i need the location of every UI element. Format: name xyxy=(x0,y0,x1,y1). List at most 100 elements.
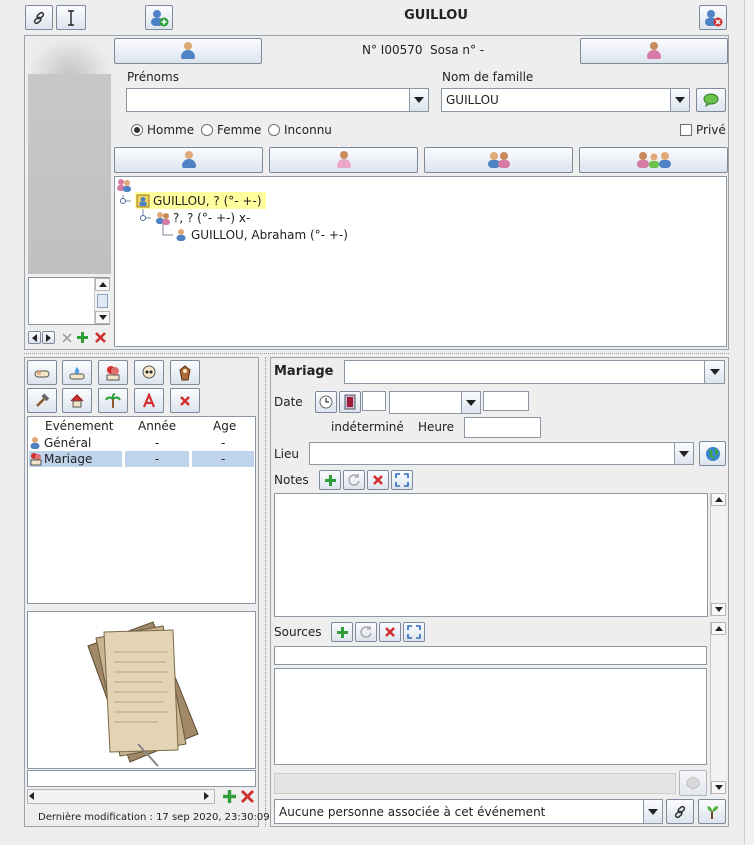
calendar-button[interactable] xyxy=(339,391,361,413)
tree-family-node[interactable]: ?, ? (°- +-) x- xyxy=(155,209,250,226)
event-media-preview[interactable] xyxy=(27,611,256,769)
media-add-icon[interactable] xyxy=(222,789,237,804)
vertical-splitter[interactable] xyxy=(265,357,266,827)
add-person-button[interactable] xyxy=(145,5,173,30)
sources-expand-button[interactable] xyxy=(403,622,425,642)
add-spouse-female-button[interactable] xyxy=(269,147,418,173)
text-cursor-button[interactable] xyxy=(56,5,86,30)
add-children-button[interactable] xyxy=(579,147,728,173)
source-title-input[interactable] xyxy=(274,646,707,665)
globe-icon xyxy=(705,446,720,461)
notes-refresh-button[interactable] xyxy=(343,470,365,490)
prenoms-dropdown[interactable] xyxy=(409,88,429,112)
associate-tree-button[interactable] xyxy=(698,799,726,824)
photo-next-button[interactable] xyxy=(42,331,55,344)
link-tool-button[interactable] xyxy=(25,5,53,30)
add-spouse-male-button[interactable] xyxy=(114,147,263,173)
wedding-icon xyxy=(106,365,120,380)
event-occupation-button[interactable] xyxy=(27,388,57,413)
event-burial-button[interactable] xyxy=(170,360,200,385)
source-textarea[interactable] xyxy=(274,668,707,765)
date-year-input[interactable] xyxy=(483,391,529,411)
horizontal-splitter[interactable] xyxy=(24,353,729,354)
table-row-selected[interactable]: Mariage - - xyxy=(28,451,255,467)
sources-add-button[interactable] xyxy=(331,622,353,642)
tree-child-node[interactable]: GUILLOU, Abraham (°- +-) xyxy=(175,226,348,243)
nom-label: Nom de famille xyxy=(442,70,534,84)
prive-checkbox[interactable] xyxy=(680,124,692,136)
lieu-input[interactable] xyxy=(309,442,675,465)
father-button[interactable] xyxy=(114,38,262,64)
event-description-input[interactable] xyxy=(344,360,705,384)
event-description-dropdown[interactable] xyxy=(704,360,725,384)
media-scrollbar[interactable] xyxy=(27,789,215,804)
plus-icon xyxy=(324,474,336,486)
refresh-icon xyxy=(360,626,372,638)
sex-femme-label: Femme xyxy=(217,123,262,137)
sources-refresh-button[interactable] xyxy=(355,622,377,642)
close-icon xyxy=(180,395,190,406)
source-media-field xyxy=(274,773,676,794)
event-delete-button[interactable] xyxy=(170,388,200,413)
media-delete-icon[interactable] xyxy=(240,789,255,804)
event-baptism-button[interactable] xyxy=(62,360,92,385)
associated-persons-dropdown[interactable] xyxy=(643,799,663,824)
hexagon-icon xyxy=(686,776,700,790)
place-map-button[interactable] xyxy=(699,441,726,466)
associate-link-button[interactable] xyxy=(666,799,694,824)
photo-list-scrollbar[interactable] xyxy=(94,278,110,324)
table-row[interactable]: Général - - xyxy=(28,435,255,451)
source-media-button[interactable] xyxy=(679,770,707,796)
event-custom-button[interactable] xyxy=(134,388,164,413)
add-couple-button[interactable] xyxy=(424,147,573,173)
event-travel-button[interactable] xyxy=(98,388,128,413)
delete-person-button[interactable] xyxy=(699,5,727,30)
event-death-button[interactable] xyxy=(134,360,164,385)
date-month-dropdown[interactable] xyxy=(461,391,481,414)
last-modified: Dernière modification : 17 sep 2020, 23:… xyxy=(38,812,270,823)
photo-list[interactable] xyxy=(28,277,110,325)
nom-input[interactable]: GUILLOU xyxy=(441,88,671,112)
photo-add-icon[interactable] xyxy=(76,331,89,344)
sprout-icon xyxy=(707,805,718,819)
sources-delete-button[interactable] xyxy=(379,622,401,642)
photo-delete-icon[interactable] xyxy=(94,331,107,344)
notes-add-button[interactable] xyxy=(319,470,341,490)
prenoms-input[interactable] xyxy=(126,88,410,112)
sex-inconnu-radio[interactable] xyxy=(268,124,280,136)
date-day-input[interactable] xyxy=(362,391,386,411)
sex-homme-radio[interactable] xyxy=(131,124,143,136)
notes-expand-button[interactable] xyxy=(391,470,413,490)
lieu-dropdown[interactable] xyxy=(674,442,694,465)
event-wedding-button[interactable] xyxy=(98,360,128,385)
event-age: - xyxy=(221,436,226,450)
sex-femme-radio[interactable] xyxy=(201,124,213,136)
tree-child-label: GUILLOU, Abraham (°- +-) xyxy=(191,227,348,242)
date-precision-button[interactable] xyxy=(315,391,337,413)
event-birth-button[interactable] xyxy=(27,360,57,385)
photo-tool-icon[interactable] xyxy=(60,331,73,344)
heure-input[interactable] xyxy=(464,417,541,438)
events-table[interactable]: Evénement Année Age Général - - Mariage … xyxy=(27,416,256,604)
tree-root-node[interactable]: GUILLOU, ? (°- +-) xyxy=(135,192,266,209)
house-icon xyxy=(70,393,84,407)
sources-scrollbar[interactable] xyxy=(710,622,726,795)
notes-textarea[interactable] xyxy=(274,493,708,617)
date-month-input[interactable] xyxy=(389,391,462,414)
associated-persons-select[interactable]: Aucune personne associée à cet événement xyxy=(274,799,644,824)
notes-scrollbar[interactable] xyxy=(710,493,726,617)
tree-root-label: GUILLOU, ? (°- +-) xyxy=(153,193,262,208)
female-person-icon xyxy=(336,151,352,169)
photo-prev-button[interactable] xyxy=(28,331,41,344)
person-title: GUILLOU xyxy=(404,8,468,23)
expand-icon xyxy=(407,625,421,639)
event-type-title: Mariage xyxy=(274,364,334,379)
mother-button[interactable] xyxy=(580,38,728,64)
letter-a-icon xyxy=(142,392,156,407)
search-name-button[interactable] xyxy=(696,88,726,112)
notes-delete-button[interactable] xyxy=(367,470,389,490)
nom-dropdown[interactable] xyxy=(670,88,690,112)
event-residence-button[interactable] xyxy=(62,388,92,413)
media-title-input[interactable] xyxy=(27,770,256,787)
family-tree[interactable]: GUILLOU, ? (°- +-) ?, ? (°- +-) x- GUILL… xyxy=(114,176,727,347)
